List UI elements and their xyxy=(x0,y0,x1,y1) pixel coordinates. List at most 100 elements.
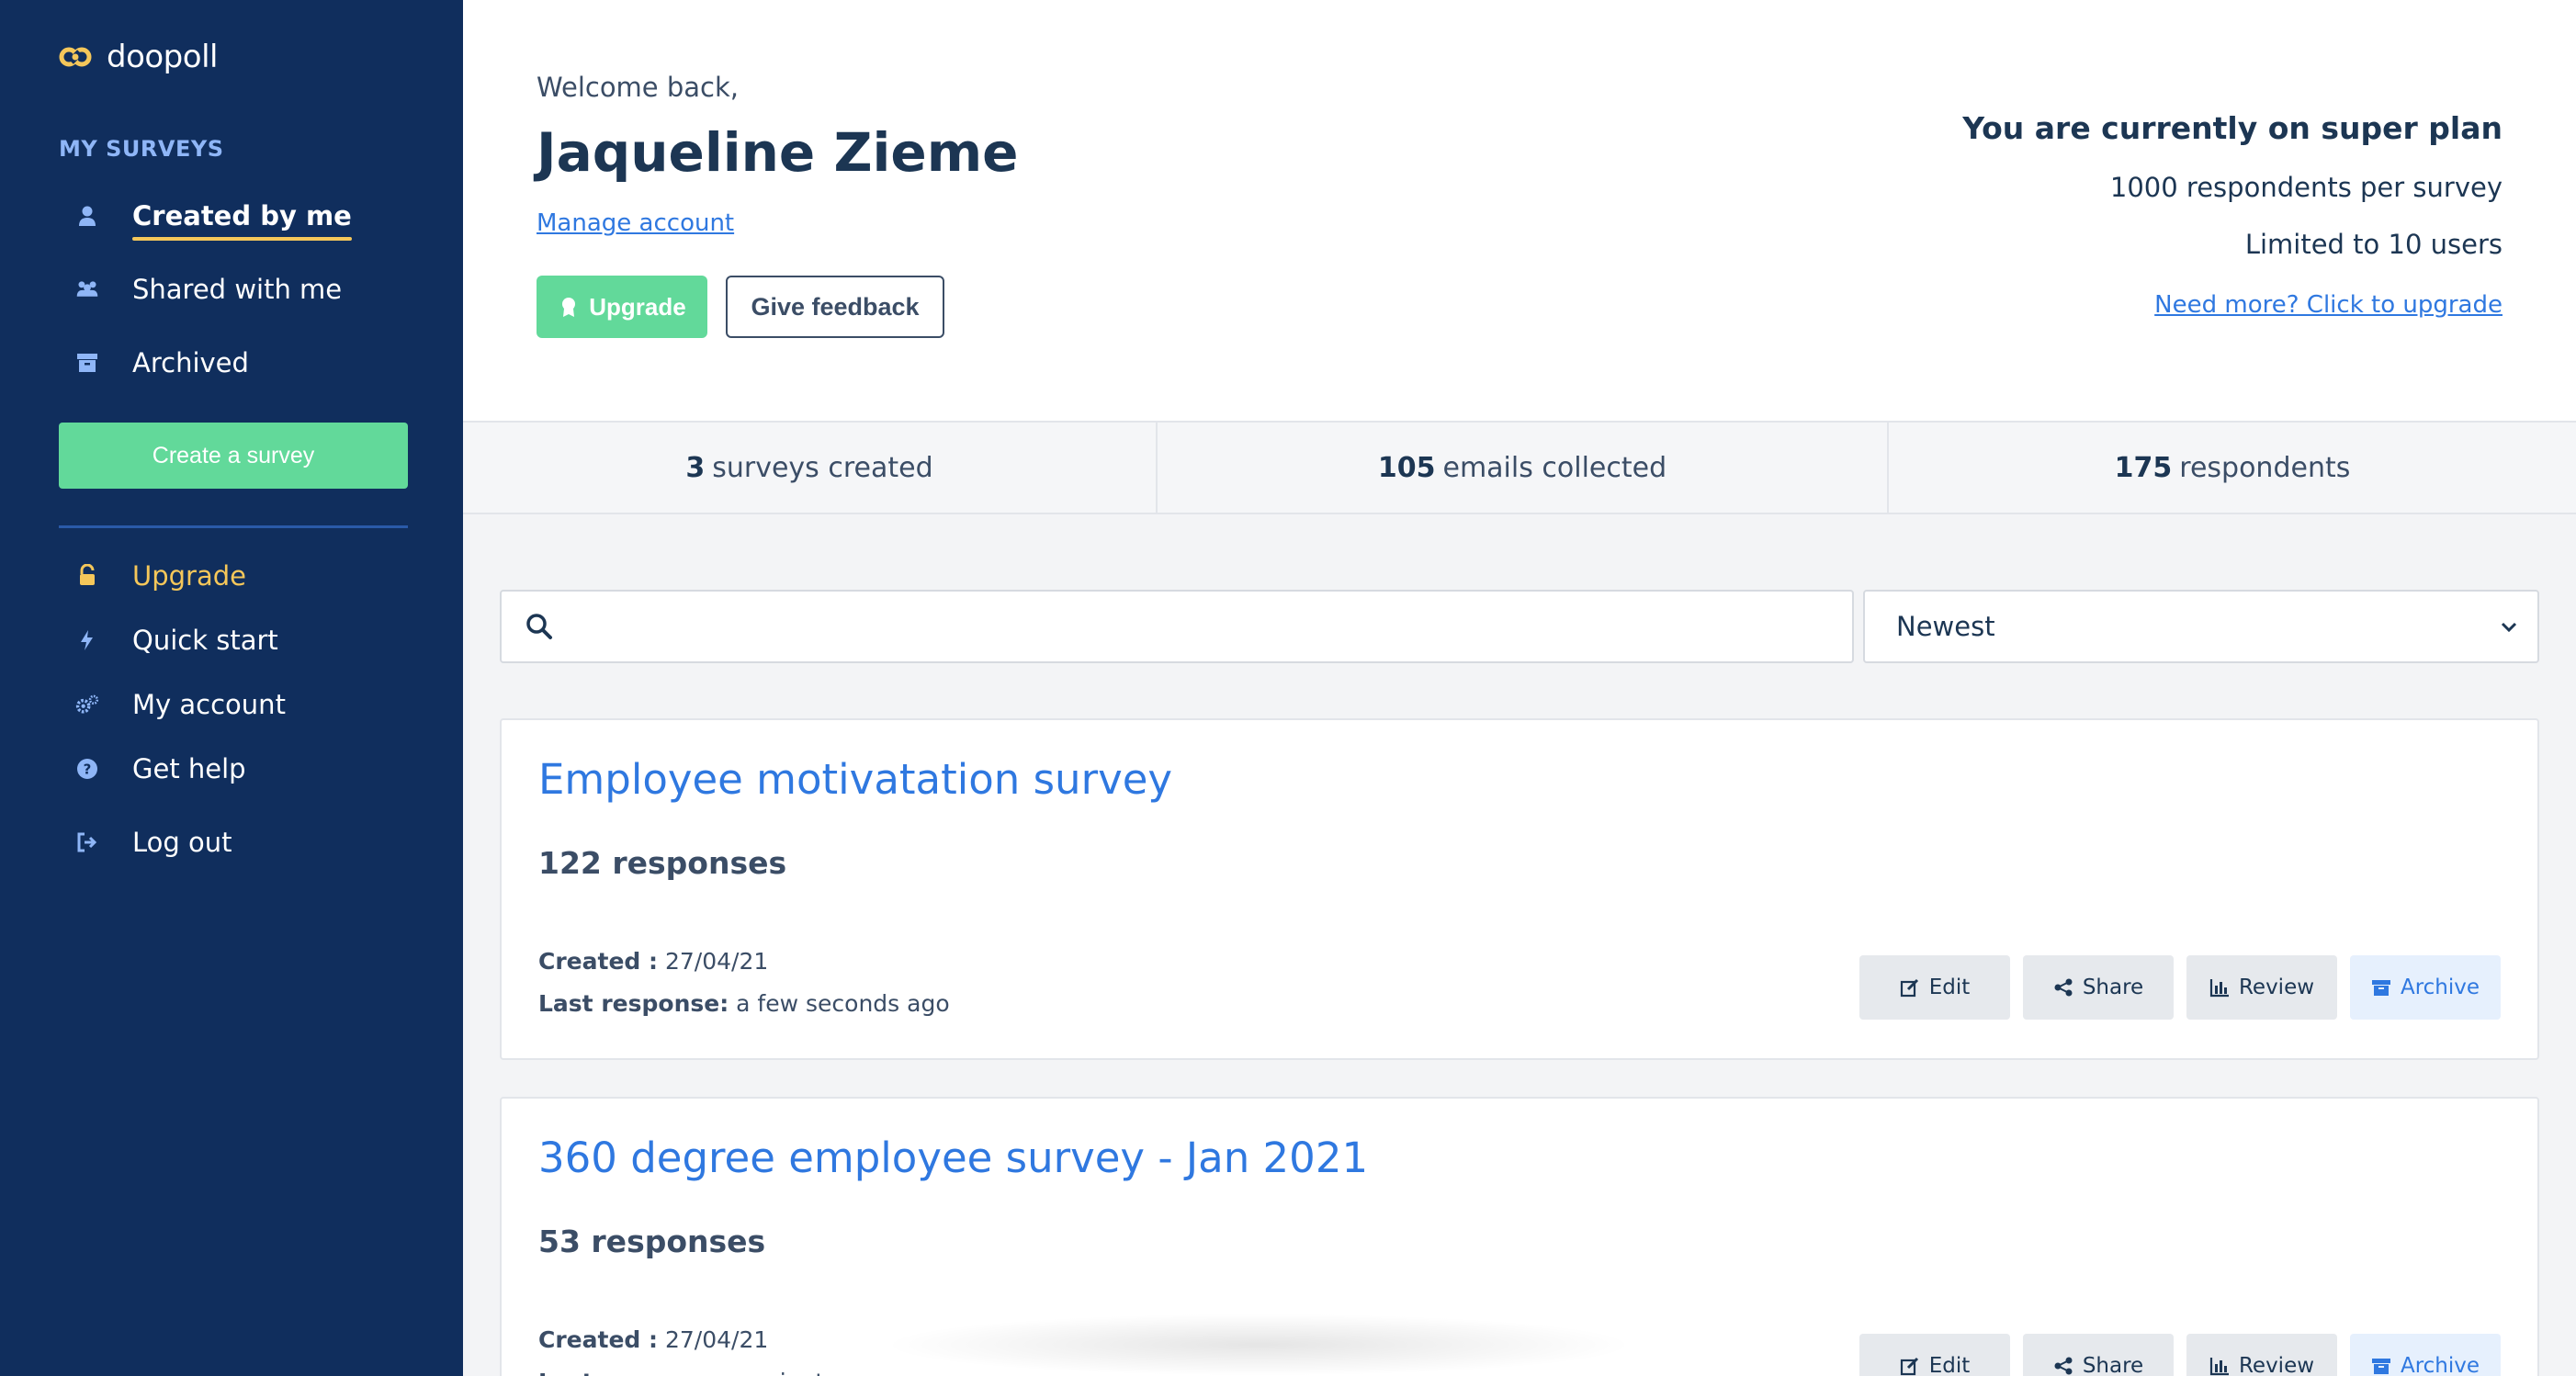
users-icon xyxy=(76,281,98,297)
created-date: 27/04/21 xyxy=(664,948,769,975)
stats-bar: 3 surveys created 105 emails collected 1… xyxy=(463,421,2576,514)
stat-value: 105 xyxy=(1377,451,1436,484)
sidebar-item-get-help[interactable]: ? Get help xyxy=(59,753,246,784)
upgrade-button-label: Upgrade xyxy=(589,292,686,321)
app-name: doopoll xyxy=(107,39,218,75)
review-button[interactable]: Review xyxy=(2186,955,2337,1020)
svg-text:?: ? xyxy=(84,761,92,778)
sort-selected-value: Newest xyxy=(1896,611,1995,642)
bar-chart-icon xyxy=(2209,979,2229,998)
stat-label: emails collected xyxy=(1442,451,1667,484)
sidebar-item-label: My account xyxy=(132,689,286,720)
review-button[interactable]: Review xyxy=(2186,1334,2337,1376)
archive-icon xyxy=(2371,980,2390,996)
stat-value: 175 xyxy=(2114,451,2173,484)
survey-title-link[interactable]: 360 degree employee survey - Jan 2021 xyxy=(538,1134,1368,1182)
question-icon: ? xyxy=(77,759,97,779)
upgrade-button[interactable]: Upgrade xyxy=(537,276,707,338)
sidebar-item-label: Created by me xyxy=(132,200,352,241)
archive-icon xyxy=(77,354,97,372)
sidebar-item-label: Quick start xyxy=(132,625,278,656)
chevron-down-icon xyxy=(2501,622,2517,633)
plan-users: Limited to 10 users xyxy=(2244,229,2503,260)
last-response-value: a minute ago xyxy=(736,1369,888,1376)
sidebar-section-title: MY SURVEYS xyxy=(59,136,224,162)
survey-actions: Edit Share Review Archive xyxy=(1859,955,2501,1020)
survey-meta: Created : 27/04/21 Last response: a few … xyxy=(538,941,950,1025)
edit-button[interactable]: Edit xyxy=(1859,1334,2010,1376)
edit-icon xyxy=(1900,978,1918,998)
stat-value: 3 xyxy=(685,451,706,484)
created-label: Created : xyxy=(538,1326,659,1353)
sidebar-item-label: Get help xyxy=(132,753,246,784)
user-icon xyxy=(79,206,96,226)
survey-card: Employee motivatation survey 122 respons… xyxy=(500,718,2539,1060)
upgrade-plan-link[interactable]: Need more? Click to upgrade xyxy=(2154,291,2503,319)
review-label: Review xyxy=(2238,1354,2315,1376)
archive-label: Archive xyxy=(2400,976,2480,999)
share-button[interactable]: Share xyxy=(2023,955,2174,1020)
doopoll-logo-icon xyxy=(59,47,92,67)
sidebar-item-created-by-me[interactable]: Created by me xyxy=(59,200,352,241)
logout-icon xyxy=(77,832,97,852)
bar-chart-icon xyxy=(2209,1358,2229,1376)
last-response-label: Last response: xyxy=(538,990,729,1017)
edit-button[interactable]: Edit xyxy=(1859,955,2010,1020)
app-logo[interactable]: doopoll xyxy=(57,39,218,75)
manage-account-link[interactable]: Manage account xyxy=(537,209,734,237)
share-icon xyxy=(2054,978,2073,997)
stat-label: surveys created xyxy=(712,451,933,484)
search-input[interactable] xyxy=(568,592,1852,661)
archive-label: Archive xyxy=(2400,1354,2480,1376)
created-label: Created : xyxy=(538,948,659,975)
sidebar: doopoll MY SURVEYS Created by me Shared … xyxy=(0,0,463,1376)
gears-icon xyxy=(75,694,99,714)
last-response-label: Last response: xyxy=(538,1369,729,1376)
survey-response-count: 53 responses xyxy=(538,1224,766,1259)
award-icon xyxy=(562,298,576,317)
created-date: 27/04/21 xyxy=(664,1326,769,1353)
archive-button[interactable]: Archive xyxy=(2350,955,2501,1020)
stat-surveys-created: 3 surveys created xyxy=(463,423,1158,513)
stat-emails-collected: 105 emails collected xyxy=(1158,423,1889,513)
archive-button[interactable]: Archive xyxy=(2350,1334,2501,1376)
sidebar-item-log-out[interactable]: Log out xyxy=(59,827,232,858)
survey-title-link[interactable]: Employee motivatation survey xyxy=(538,755,1172,804)
sidebar-item-label: Archived xyxy=(132,347,249,378)
share-button[interactable]: Share xyxy=(2023,1334,2174,1376)
give-feedback-button[interactable]: Give feedback xyxy=(726,276,944,338)
stat-respondents: 175 respondents xyxy=(1889,423,2576,513)
sort-select[interactable]: Newest xyxy=(1863,590,2539,663)
sidebar-item-upgrade[interactable]: Upgrade xyxy=(59,560,246,592)
review-label: Review xyxy=(2238,976,2315,999)
edit-label: Edit xyxy=(1928,976,1971,999)
welcome-text: Welcome back, xyxy=(537,72,740,103)
sidebar-item-my-account[interactable]: My account xyxy=(59,689,286,720)
survey-actions: Edit Share Review Archive xyxy=(1859,1334,2501,1376)
edit-label: Edit xyxy=(1928,1354,1971,1376)
share-icon xyxy=(2054,1357,2073,1375)
share-label: Share xyxy=(2082,976,2144,999)
stat-label: respondents xyxy=(2179,451,2351,484)
sidebar-item-label: Log out xyxy=(132,827,232,858)
sidebar-item-quick-start[interactable]: Quick start xyxy=(59,625,278,656)
user-name: Jaqueline Zieme xyxy=(537,121,1019,184)
bolt-icon xyxy=(81,630,93,650)
lock-icon xyxy=(80,564,95,585)
survey-card: 360 degree employee survey - Jan 2021 53… xyxy=(500,1097,2539,1376)
sidebar-divider xyxy=(59,525,408,528)
survey-meta: Created : 27/04/21 Last response: a minu… xyxy=(538,1319,888,1376)
create-survey-button[interactable]: Create a survey xyxy=(59,423,408,489)
last-response-value: a few seconds ago xyxy=(736,990,950,1017)
sidebar-item-shared-with-me[interactable]: Shared with me xyxy=(59,274,342,305)
plan-title: You are currently on super plan xyxy=(1962,110,2503,146)
plan-info: You are currently on super plan 1000 res… xyxy=(1962,110,2503,319)
survey-response-count: 122 responses xyxy=(538,845,787,881)
share-label: Share xyxy=(2082,1354,2144,1376)
sidebar-item-label: Upgrade xyxy=(132,560,246,592)
account-header: Welcome back, Jaqueline Zieme Manage acc… xyxy=(463,0,2576,421)
archive-icon xyxy=(2371,1359,2390,1374)
sidebar-item-archived[interactable]: Archived xyxy=(59,347,249,378)
search-box[interactable] xyxy=(500,590,1854,663)
sidebar-item-label: Shared with me xyxy=(132,274,343,305)
